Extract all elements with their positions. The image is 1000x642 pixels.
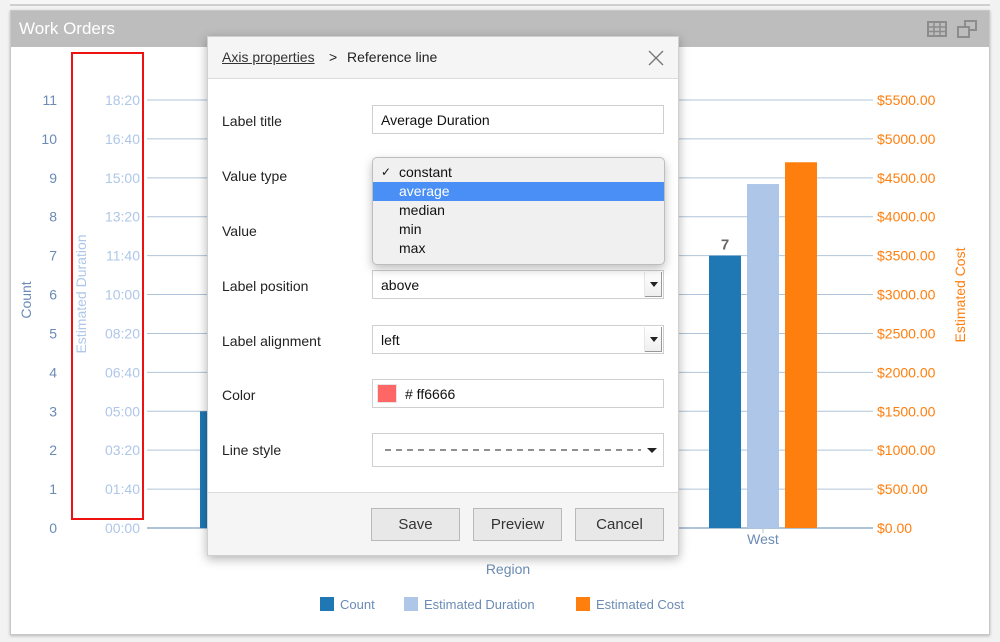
y-tick-count: 10 — [41, 131, 57, 147]
color-label: Color — [222, 387, 256, 403]
color-value: # ff6666 — [405, 386, 456, 402]
y-tick-count: 9 — [49, 170, 57, 186]
panel-title: Work Orders — [19, 19, 116, 38]
legend-swatch-count — [320, 597, 334, 611]
x-axis-label: Region — [486, 561, 530, 577]
y-tick-count: 2 — [49, 442, 57, 458]
y-tick-cost: $4500.00 — [877, 170, 936, 186]
legend-swatch-duration — [404, 597, 418, 611]
y-tick-cost: $500.00 — [877, 481, 928, 497]
chevron-down-icon — [644, 327, 662, 352]
y-tick-count: 8 — [49, 209, 57, 225]
legend-item-duration[interactable]: Estimated Duration — [404, 597, 535, 612]
y-tick-duration: 00:00 — [105, 520, 140, 536]
option-label: median — [399, 202, 445, 218]
breadcrumb-separator: > — [329, 49, 338, 65]
y-tick-count: 1 — [49, 481, 57, 497]
line-style-label: Line style — [222, 442, 282, 458]
option-label: max — [399, 240, 426, 256]
label-position-label: Label position — [222, 278, 309, 294]
y-tick-cost: $5500.00 — [877, 92, 936, 108]
top-edge — [10, 0, 990, 6]
legend-swatch-cost — [576, 597, 590, 611]
duration-axis-highlight-box — [71, 52, 144, 520]
y-axis-label-cost: Estimated Cost — [952, 247, 968, 342]
option-min[interactable]: min — [373, 220, 664, 239]
close-icon[interactable] — [646, 48, 666, 68]
label-title-label: Label title — [222, 113, 282, 129]
label-title-input[interactable]: Average Duration — [372, 105, 664, 134]
color-swatch[interactable] — [377, 384, 397, 403]
popout-icon[interactable] — [957, 20, 977, 38]
y-tick-count: 3 — [49, 403, 57, 419]
save-button[interactable]: Save — [371, 508, 460, 541]
y-tick-count: 4 — [49, 364, 57, 380]
option-max[interactable]: max — [373, 239, 664, 258]
label-alignment-label: Label alignment — [222, 333, 321, 349]
dialog-header: Axis properties > Reference line — [208, 37, 678, 79]
chevron-down-icon — [647, 448, 657, 453]
y-tick-cost: $3000.00 — [877, 287, 936, 303]
legend-item-cost[interactable]: Estimated Cost — [576, 597, 684, 612]
value-type-dropdown[interactable]: ✓ constant average median min max — [372, 157, 665, 265]
bar-duration-west — [747, 184, 779, 528]
y-tick-cost: $1500.00 — [877, 403, 936, 419]
option-constant[interactable]: ✓ constant — [373, 163, 664, 182]
option-label: min — [399, 221, 422, 237]
y-axis-label-count: Count — [18, 281, 34, 318]
table-icon[interactable] — [927, 20, 947, 38]
y-tick-count: 7 — [49, 248, 57, 264]
x-tick-west: West — [747, 531, 779, 547]
dashed-line-preview — [385, 448, 657, 453]
y-tick-cost: $5000.00 — [877, 131, 936, 147]
label-position-value: above — [381, 277, 420, 293]
data-label-count-west: 7 — [721, 237, 729, 254]
label-alignment-value: left — [381, 332, 400, 348]
chevron-down-icon — [644, 272, 662, 297]
breadcrumb-axis-properties-link[interactable]: Axis properties — [222, 49, 315, 65]
y-tick-cost: $1000.00 — [877, 442, 936, 458]
option-label: average — [399, 183, 450, 199]
option-average[interactable]: average — [373, 182, 664, 201]
line-style-select[interactable] — [372, 433, 664, 467]
legend-label-duration: Estimated Duration — [424, 597, 535, 612]
label-alignment-select[interactable]: left — [372, 325, 664, 354]
option-label: constant — [399, 164, 452, 180]
y-tick-count: 0 — [49, 520, 57, 536]
y-tick-cost: $0.00 — [877, 520, 912, 536]
y-tick-count: 11 — [42, 92, 57, 108]
checkmark-icon: ✓ — [381, 165, 392, 179]
reference-line-dialog: Axis properties > Reference line Label t… — [207, 36, 679, 556]
cancel-button[interactable]: Cancel — [575, 508, 664, 541]
legend-item-count[interactable]: Count — [320, 597, 375, 612]
breadcrumb-current: Reference line — [347, 49, 438, 65]
color-input[interactable]: # ff6666 — [372, 379, 664, 408]
label-title-value: Average Duration — [381, 112, 490, 128]
value-type-label: Value type — [222, 168, 288, 184]
y-tick-cost: $2500.00 — [877, 325, 936, 341]
option-median[interactable]: median — [373, 201, 664, 220]
label-position-select[interactable]: above — [372, 270, 664, 299]
y-tick-count: 6 — [49, 287, 57, 303]
bar-count-west — [709, 255, 741, 529]
bar-cost-west — [785, 162, 817, 528]
value-label: Value — [222, 223, 257, 239]
y-tick-cost: $4000.00 — [877, 209, 936, 225]
preview-button[interactable]: Preview — [473, 508, 562, 541]
dialog-footer: Save Preview Cancel — [208, 492, 678, 555]
y-tick-cost: $2000.00 — [877, 364, 936, 380]
y-tick-cost: $3500.00 — [877, 248, 936, 264]
legend-label-count: Count — [340, 597, 375, 612]
legend-label-cost: Estimated Cost — [596, 597, 685, 612]
y-tick-count: 5 — [49, 325, 57, 341]
